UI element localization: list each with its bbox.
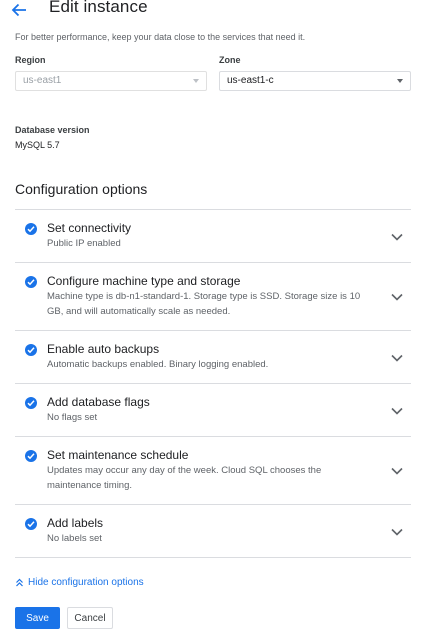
cancel-button[interactable]: Cancel <box>67 607 113 629</box>
config-item-title: Configure machine type and storage <box>47 274 241 288</box>
config-item-maintenance-schedule[interactable]: Set maintenance schedule Updates may occ… <box>15 437 411 505</box>
region-label: Region <box>15 55 46 65</box>
header: Edit instance <box>0 0 443 26</box>
save-button[interactable]: Save <box>15 607 60 629</box>
chevron-down-icon <box>391 233 403 241</box>
config-item-auto-backups[interactable]: Enable auto backups Automatic backups en… <box>15 331 411 384</box>
chevron-down-icon <box>391 293 403 301</box>
check-circle-icon <box>25 344 37 356</box>
config-item-description: No flags set <box>47 412 98 423</box>
config-item-connectivity[interactable]: Set connectivity Public IP enabled <box>15 210 411 263</box>
zone-label: Zone <box>219 55 241 65</box>
check-circle-icon <box>25 397 37 409</box>
chevron-down-icon <box>391 528 403 536</box>
chevron-down-icon <box>391 407 403 415</box>
config-item-title: Add labels <box>47 516 104 530</box>
chevron-down-icon <box>391 354 403 362</box>
config-item-database-flags[interactable]: Add database flags No flags set <box>15 384 411 437</box>
region-select: us-east1 <box>15 71 207 91</box>
check-circle-icon <box>25 223 37 235</box>
config-item-description: Automatic backups enabled. Binary loggin… <box>47 359 269 370</box>
configuration-options-title: Configuration options <box>15 181 148 197</box>
region-value: us-east1 <box>23 75 62 86</box>
hide-configuration-options-label: Hide configuration options <box>28 577 144 588</box>
config-item-machine-type[interactable]: Configure machine type and storage Machi… <box>15 263 411 331</box>
config-item-description: Public IP enabled <box>47 238 121 249</box>
arrow-left-icon <box>11 3 26 17</box>
check-circle-icon <box>25 276 37 288</box>
config-item-description: Updates may occur any day of the week. C… <box>47 465 322 491</box>
chevron-double-up-icon <box>16 578 23 587</box>
config-item-description: Machine type is db-n1-standard-1. Storag… <box>47 291 361 317</box>
config-item-title: Add database flags <box>47 395 150 409</box>
back-button[interactable] <box>8 0 30 20</box>
dropdown-arrow-icon <box>397 79 403 83</box>
config-item-title: Set maintenance schedule <box>47 448 189 462</box>
location-hint: For better performance, keep your data c… <box>15 32 306 42</box>
configuration-options-list: Set connectivity Public IP enabled Confi… <box>15 209 411 558</box>
config-item-title: Set connectivity <box>47 221 132 235</box>
database-version-value: MySQL 5.7 <box>15 140 60 150</box>
database-version-label: Database version <box>15 125 90 135</box>
zone-select[interactable]: us-east1-c <box>219 71 411 91</box>
config-item-labels[interactable]: Add labels No labels set <box>15 505 411 558</box>
check-circle-icon <box>25 518 37 530</box>
config-item-description: No labels set <box>47 533 102 544</box>
page-title: Edit instance <box>49 0 148 16</box>
check-circle-icon <box>25 450 37 462</box>
chevron-down-icon <box>391 467 403 475</box>
config-item-title: Enable auto backups <box>47 342 160 356</box>
zone-value: us-east1-c <box>227 75 274 86</box>
hide-configuration-options-link[interactable]: Hide configuration options <box>15 577 144 588</box>
dropdown-arrow-icon <box>193 79 199 83</box>
